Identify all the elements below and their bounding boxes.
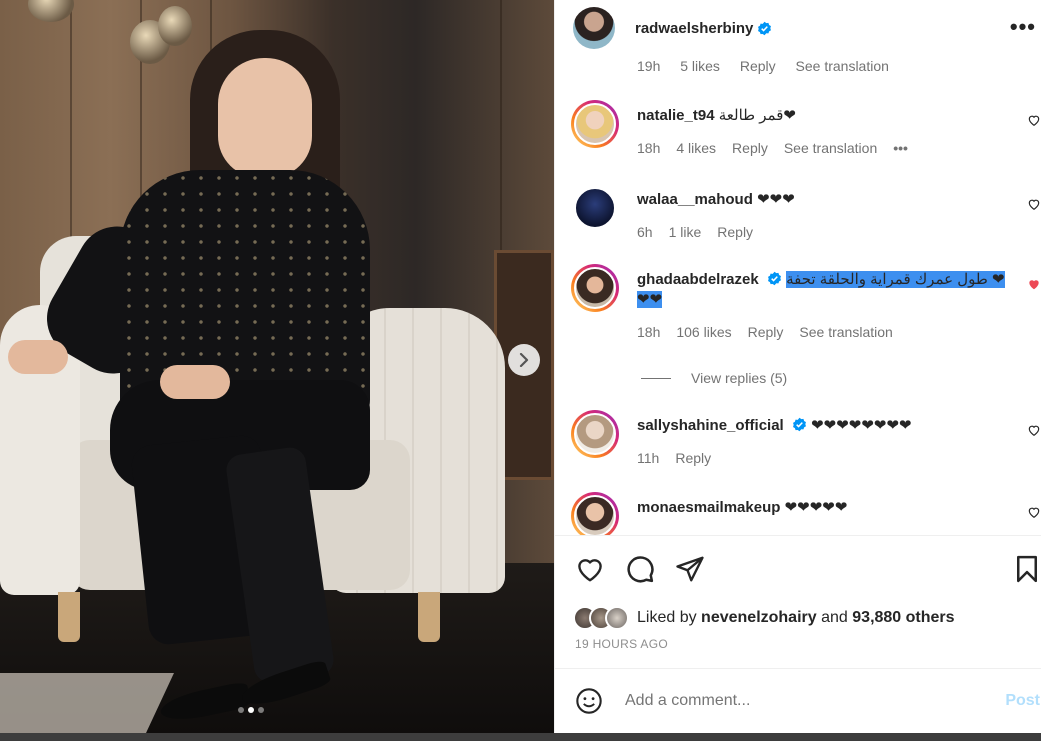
commenter-username[interactable]: walaa__mahoud [637,191,753,208]
commenter-avatar[interactable] [571,184,619,232]
view-replies-label: View replies (5) [691,370,788,386]
commenter-username[interactable]: monaesmailmakeup [637,499,780,516]
comment-options-icon[interactable]: ••• [893,138,908,158]
comment-meta: 18h 106 likes Reply See translation [637,322,1017,342]
commenter-username[interactable]: natalie_t94 [637,107,715,124]
comment-time: 18h [637,324,661,340]
commenter-avatar[interactable] [571,264,619,312]
carousel-dot-active [248,707,254,713]
author-avatar[interactable] [573,7,615,49]
reply-button[interactable]: Reply [740,58,776,74]
commenter-username[interactable]: sallyshahine_official [637,417,784,434]
post-comment-button[interactable]: Post [1005,692,1040,710]
post-header: radwaelsherbiny ••• [555,0,1041,56]
comment-time: 19h [637,58,661,74]
verified-badge-icon [758,21,772,35]
comment-body: monaesmailmakeup ❤❤❤❤❤ [637,498,1017,518]
verified-badge-icon [792,417,806,432]
commenter-avatar[interactable] [571,410,619,458]
carousel-dots [238,707,264,713]
comment-like-heart-icon[interactable] [1027,113,1041,127]
comment-meta: 18h 4 likes Reply See translation ••• [637,138,1017,158]
comment-time: 18h [637,140,661,156]
liked-by-user[interactable]: nevenelzohairy [701,609,817,627]
pendant-lamp [28,0,74,22]
post-timestamp[interactable]: 19 HOURS AGO [575,637,668,651]
comment-liked-heart-icon[interactable] [1027,277,1041,291]
see-translation-link[interactable]: See translation [799,322,892,342]
comment-likes[interactable]: 106 likes [676,322,731,342]
save-bookmark-icon[interactable] [1012,554,1041,584]
comment-like-heart-icon[interactable] [1027,423,1041,437]
see-translation-link[interactable]: See translation [784,138,877,158]
comment-meta: 11h Reply [637,448,1017,468]
comment-like-heart-icon[interactable] [1027,197,1041,211]
comment-body: walaa__mahoud ❤❤❤ 6h 1 like Reply [637,190,1017,242]
author-username[interactable]: radwaelsherbiny [635,20,753,37]
liked-by-and: and [821,609,848,626]
chair-leg [58,592,80,642]
chair-leg [418,592,440,642]
comment-text: ❤❤❤❤❤❤❤❤ [811,417,912,434]
view-replies-button[interactable]: View replies (5) [641,370,787,386]
verified-badge-icon [767,271,781,286]
commenter-avatar[interactable] [571,100,619,148]
comment-bubble-icon[interactable] [625,554,655,584]
see-translation-link[interactable]: See translation [796,58,889,74]
rug [0,673,174,733]
reply-button[interactable]: Reply [732,138,768,158]
add-comment-input[interactable] [625,692,955,710]
woman-hand [8,340,68,374]
comment-likes[interactable]: 5 likes [680,58,720,74]
reply-button[interactable]: Reply [717,222,753,242]
reply-button[interactable]: Reply [675,448,711,468]
comment-like-heart-icon[interactable] [1027,505,1041,519]
liked-by-prefix: Liked by [637,609,697,626]
share-paper-plane-icon[interactable] [675,554,705,584]
comment-text: قمر طالعة❤ [718,107,796,124]
reply-button[interactable]: Reply [748,322,784,342]
liker-avatars [573,606,629,630]
emoji-smile-icon[interactable] [575,687,603,715]
woman-hand [160,365,230,399]
pendant-lamp [158,6,192,46]
comment-body: ghadaabdelrazek طول عمرك قمراية والحلقة … [637,270,1017,342]
comment-text: ❤❤❤ [757,191,795,208]
more-options-icon[interactable]: ••• [1010,14,1036,40]
carousel-dot [258,707,264,713]
comment-time: 11h [637,450,660,466]
comments-list[interactable]: 19h 5 likes Reply See translation natali… [555,56,1041,536]
comment-text: ❤❤❤❤❤ [784,499,848,516]
chevron-right-icon [519,353,529,367]
comment-body: natalie_t94 قمر طالعة❤ 18h 4 likes Reply… [637,106,1017,158]
woman-face [218,58,312,178]
carousel-dot [238,707,244,713]
liker-avatar [605,606,629,630]
comment-likes[interactable]: 4 likes [676,138,716,158]
comment-likes[interactable]: 1 like [669,222,702,242]
post-photo[interactable] [0,0,554,733]
replies-divider-line [641,377,671,379]
post-side-panel: radwaelsherbiny ••• 19h 5 likes Reply Se… [554,0,1041,733]
likes-summary[interactable]: Liked by nevenelzohairy and 93,880 other… [573,606,955,630]
comment-meta: 6h 1 like Reply [637,222,1017,242]
partial-comment-meta: 19h 5 likes Reply See translation [637,58,905,74]
commenter-avatar[interactable] [571,492,619,535]
next-image-button[interactable] [508,344,540,376]
background-strip [0,733,1041,741]
liked-by-others[interactable]: 93,880 others [852,609,954,627]
post-action-bar [555,548,1041,592]
add-comment-bar: Post [555,668,1041,733]
like-heart-icon[interactable] [575,554,605,584]
instagram-post-view: radwaelsherbiny ••• 19h 5 likes Reply Se… [0,0,1041,741]
commenter-username[interactable]: ghadaabdelrazek [637,271,759,288]
comment-time: 6h [637,224,653,240]
comment-body: sallyshahine_official ❤❤❤❤❤❤❤❤ 11h Reply [637,416,1017,468]
